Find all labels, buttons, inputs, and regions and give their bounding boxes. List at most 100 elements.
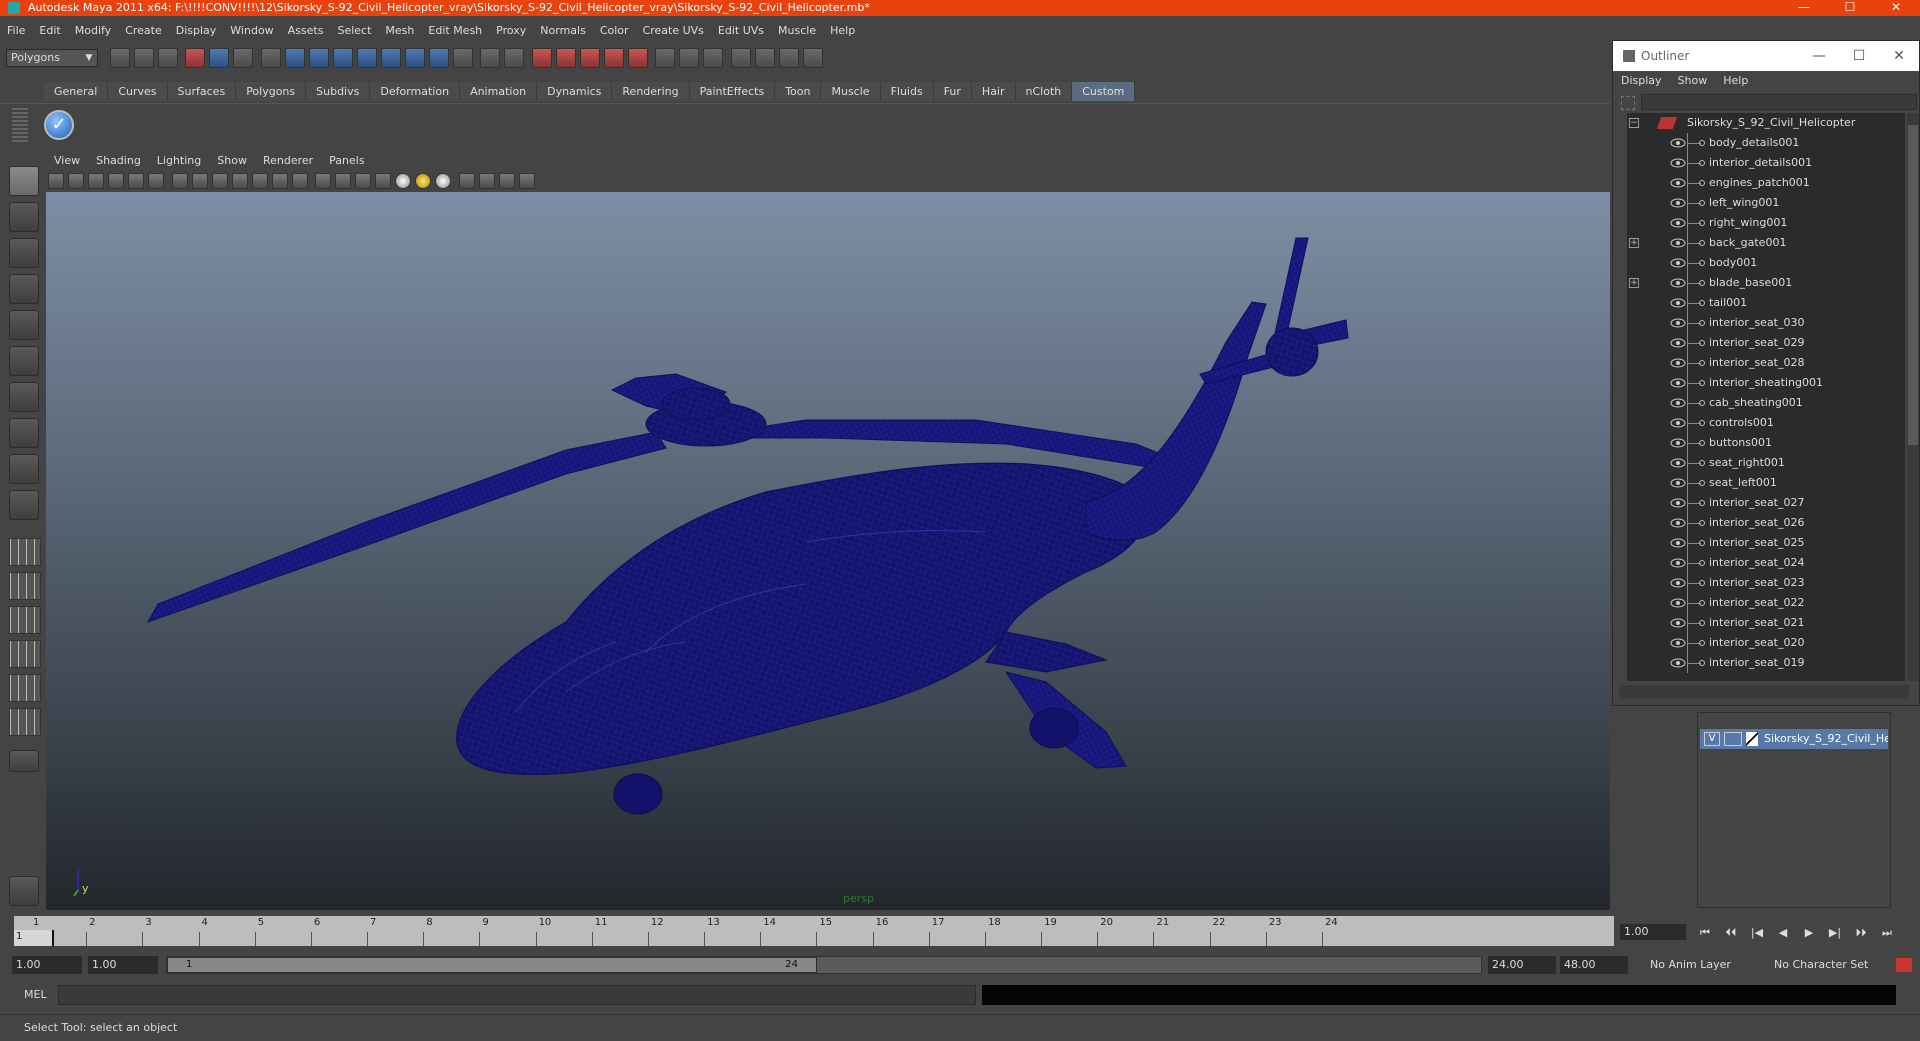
gate-mask-icon[interactable] [231,173,248,189]
step-back-frame-button[interactable]: |◀ [1744,922,1770,944]
two-d-pan-zoom-icon[interactable] [128,173,144,189]
layer-display-type-toggle[interactable] [1724,732,1742,746]
textured-icon[interactable] [375,173,391,189]
last-used-tool-icon[interactable] [9,490,39,520]
outliner-item[interactable]: cab_sheating001 [1627,393,1905,413]
layer-color-swatch[interactable] [1746,732,1758,746]
use-all-lights-icon[interactable] [395,173,411,189]
snap-to-points-icon[interactable] [579,48,600,68]
outliner-scroll-thumb[interactable] [1908,125,1918,445]
playback-end-field[interactable]: 24.00 [1488,956,1556,974]
open-scene-icon[interactable] [133,48,154,68]
play-forwards-button[interactable]: ▶ [1796,922,1822,944]
snap-to-grids-icon[interactable] [531,48,552,68]
shelf-tab-subdivs[interactable]: Subdivs [306,82,371,101]
outliner-item[interactable]: interior_seat_028 [1627,353,1905,373]
outliner-item[interactable]: interior_seat_027 [1627,493,1905,513]
shelf-grip-icon[interactable] [12,108,28,142]
xray-joints-icon[interactable] [498,173,515,189]
outliner-item[interactable]: interior_seat_020 [1627,633,1905,653]
select-by-hierarchy-icon[interactable] [185,48,205,68]
panel-menu-lighting[interactable]: Lighting [149,152,209,170]
image-plane-icon[interactable] [108,173,124,189]
shelf-tab-dynamics[interactable]: Dynamics [537,82,613,101]
outliner-item[interactable]: interior_seat_026 [1627,513,1905,533]
outliner-item[interactable]: interior_details001 [1627,153,1905,173]
step-forward-frame-button[interactable]: ▶| [1822,922,1848,944]
panel-menu-panels[interactable]: Panels [321,152,372,170]
wireframe-icon[interactable] [315,173,331,189]
menu-edit-uvs[interactable]: Edit UVs [711,22,771,40]
current-time-indicator[interactable]: 1 [14,930,54,946]
end-time-field[interactable]: 48.00 [1560,956,1628,974]
outliner-item[interactable]: interior_seat_024 [1627,553,1905,573]
outliner-item[interactable]: interior_seat_025 [1627,533,1905,553]
outliner-item[interactable]: controls001 [1627,413,1905,433]
outliner-item[interactable]: interior_seat_030 [1627,313,1905,333]
outliner-maximize-button[interactable]: ☐ [1841,41,1877,71]
menu-edit[interactable]: Edit [32,22,67,40]
shelf-tab-muscle[interactable]: Muscle [821,82,881,101]
paint-select-tool-icon[interactable] [9,238,39,268]
outliner-root-item[interactable]: − Sikorsky_S_92_Civil_Helicopter [1627,113,1905,133]
select-handles-icon[interactable] [284,48,305,68]
scale-tool-icon[interactable] [9,346,39,376]
select-rendering-icon[interactable] [428,48,449,68]
make-live-icon[interactable] [627,48,648,68]
minimize-button[interactable]: — [1784,0,1824,16]
go-to-end-button[interactable]: ⏭ [1874,922,1900,944]
outliner-item[interactable]: interior_sheating001 [1627,373,1905,393]
shadows-icon[interactable] [415,173,431,189]
shelf-tab-toon[interactable]: Toon [775,82,822,101]
menu-create[interactable]: Create [118,22,169,40]
menu-edit-mesh[interactable]: Edit Mesh [421,22,489,40]
step-back-key-button[interactable]: ⏴⏴ [1718,922,1744,944]
outliner-item[interactable]: body_details001 [1627,133,1905,153]
select-joints-icon[interactable] [308,48,329,68]
expand-icon[interactable]: + [1629,278,1639,288]
render-settings-icon[interactable] [778,48,799,68]
outliner-item[interactable]: + blade_base001 [1627,273,1905,293]
outliner-item[interactable]: tail001 [1627,293,1905,313]
collapse-icon[interactable]: − [1629,118,1639,128]
menu-assets[interactable]: Assets [281,22,331,40]
persp-outliner-layout-icon[interactable] [9,606,41,634]
outliner-vertical-scrollbar[interactable] [1907,113,1919,681]
panel-menu-renderer[interactable]: Renderer [255,152,321,170]
menu-select[interactable]: Select [330,22,378,40]
range-slider[interactable]: 1 24 [166,956,1482,974]
command-input[interactable] [58,985,976,1005]
outliner-item[interactable]: body001 [1627,253,1905,273]
shelf-tab-curves[interactable]: Curves [108,82,168,101]
field-chart-icon[interactable] [251,173,268,189]
select-dynamics-icon[interactable] [404,48,425,68]
outliner-item[interactable]: interior_seat_019 [1627,653,1905,673]
four-view-layout-icon[interactable] [9,572,41,600]
resolution-gate-icon[interactable] [211,173,228,189]
smooth-shade-icon[interactable] [335,173,351,189]
toolbox-more-icon[interactable] [9,750,39,772]
move-tool-icon[interactable] [9,274,39,304]
expand-icon[interactable]: + [1629,238,1639,248]
shelf-tab-animation[interactable]: Animation [460,82,538,101]
outliner-item[interactable]: interior_seat_029 [1627,333,1905,353]
backface-culling-icon[interactable] [518,173,535,189]
toolbox-dock-icon[interactable] [9,876,39,906]
current-frame-field[interactable]: 1.00 [1620,924,1686,940]
menu-color[interactable]: Color [593,22,636,40]
menu-file[interactable]: File [0,22,32,40]
menu-modify[interactable]: Modify [68,22,118,40]
shelf-tab-painteffects[interactable]: PaintEffects [689,82,776,101]
isolate-select-icon[interactable] [458,173,475,189]
outliner-item[interactable]: interior_seat_023 [1627,573,1905,593]
select-curves-icon[interactable] [332,48,353,68]
shelf-tab-deformation[interactable]: Deformation [370,82,461,101]
shelf-tab-hair[interactable]: Hair [971,82,1016,101]
play-backwards-button[interactable]: ◀ [1770,922,1796,944]
perspective-viewport[interactable]: y persp [46,192,1610,910]
grease-pencil-icon[interactable] [148,173,164,189]
shelf-tab-ncloth[interactable]: nCloth [1015,82,1073,101]
universal-manipulator-icon[interactable] [9,382,39,412]
shelf-tab-fluids[interactable]: Fluids [880,82,934,101]
outliner-item[interactable]: engines_patch001 [1627,173,1905,193]
